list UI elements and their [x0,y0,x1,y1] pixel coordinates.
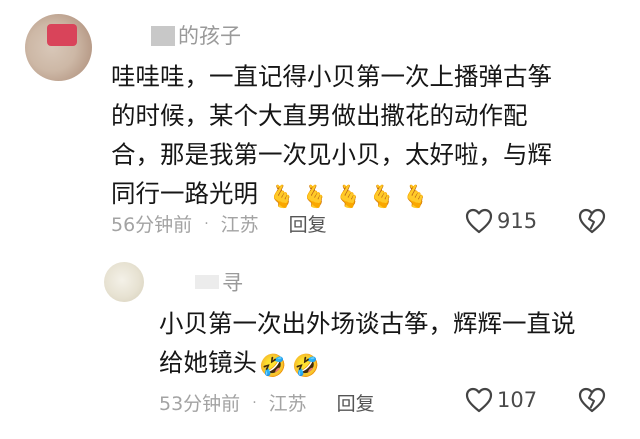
dislike-button[interactable] [578,208,606,238]
heart-outline-icon [465,208,493,234]
separator: · [252,394,257,411]
reply-button[interactable]: 回复 [289,210,327,237]
like-button[interactable]: 915 [465,208,537,234]
avatar[interactable] [104,262,144,302]
location: 江苏 [268,393,307,415]
timestamp: 53分钟前 [159,393,241,415]
comment-line: 哇哇哇，一直记得小贝第一次上播弹古筝 [111,62,552,91]
heart-hands-emoji: 🫰 [334,185,363,210]
dislike-button[interactable] [578,387,606,417]
comment-line: 小贝第一次出外场谈古筝，辉辉一直说 [159,309,576,338]
username-redaction [151,26,175,46]
avatar-blur-spot [47,24,77,46]
reply-button[interactable]: 回复 [337,389,375,416]
heart-hands-emoji: 🫰 [401,185,430,210]
username[interactable]: 寻 [222,267,243,297]
comment-line: 的时候，某个大直男做出撒花的动作配 [111,101,528,130]
comment-meta: 53分钟前 · 江苏 回复 [159,389,375,416]
heart-hands-emoji: 🫰 [368,185,396,210]
comment-line: 给她镜头🤣 🤣 [159,343,629,386]
timestamp: 56分钟前 [111,214,193,236]
rofl-emoji: 🤣 [292,354,320,379]
comment-text: 小贝第一次出外场谈古筝，辉辉一直说 给她镜头🤣 🤣 [159,304,629,386]
username-redaction [195,275,219,289]
comment-meta: 56分钟前 · 江苏 回复 [111,210,327,237]
like-count: 107 [497,388,538,412]
like-button[interactable]: 107 [465,387,537,413]
rofl-emoji: 🤣 [259,354,287,379]
separator: · [204,215,209,232]
location: 江苏 [220,214,259,236]
broken-heart-icon [578,208,606,234]
comment-line: 合，那是我第一次见小贝，太好啦，与辉 [111,140,552,169]
broken-heart-icon [578,387,606,413]
username[interactable]: 的孩子 [178,20,241,50]
comment-text: 哇哇哇，一直记得小贝第一次上播弹古筝 的时候，某个大直男做出撒花的动作配 合，那… [111,57,631,217]
avatar[interactable] [25,14,92,81]
heart-outline-icon [465,387,493,413]
like-count: 915 [497,209,538,233]
